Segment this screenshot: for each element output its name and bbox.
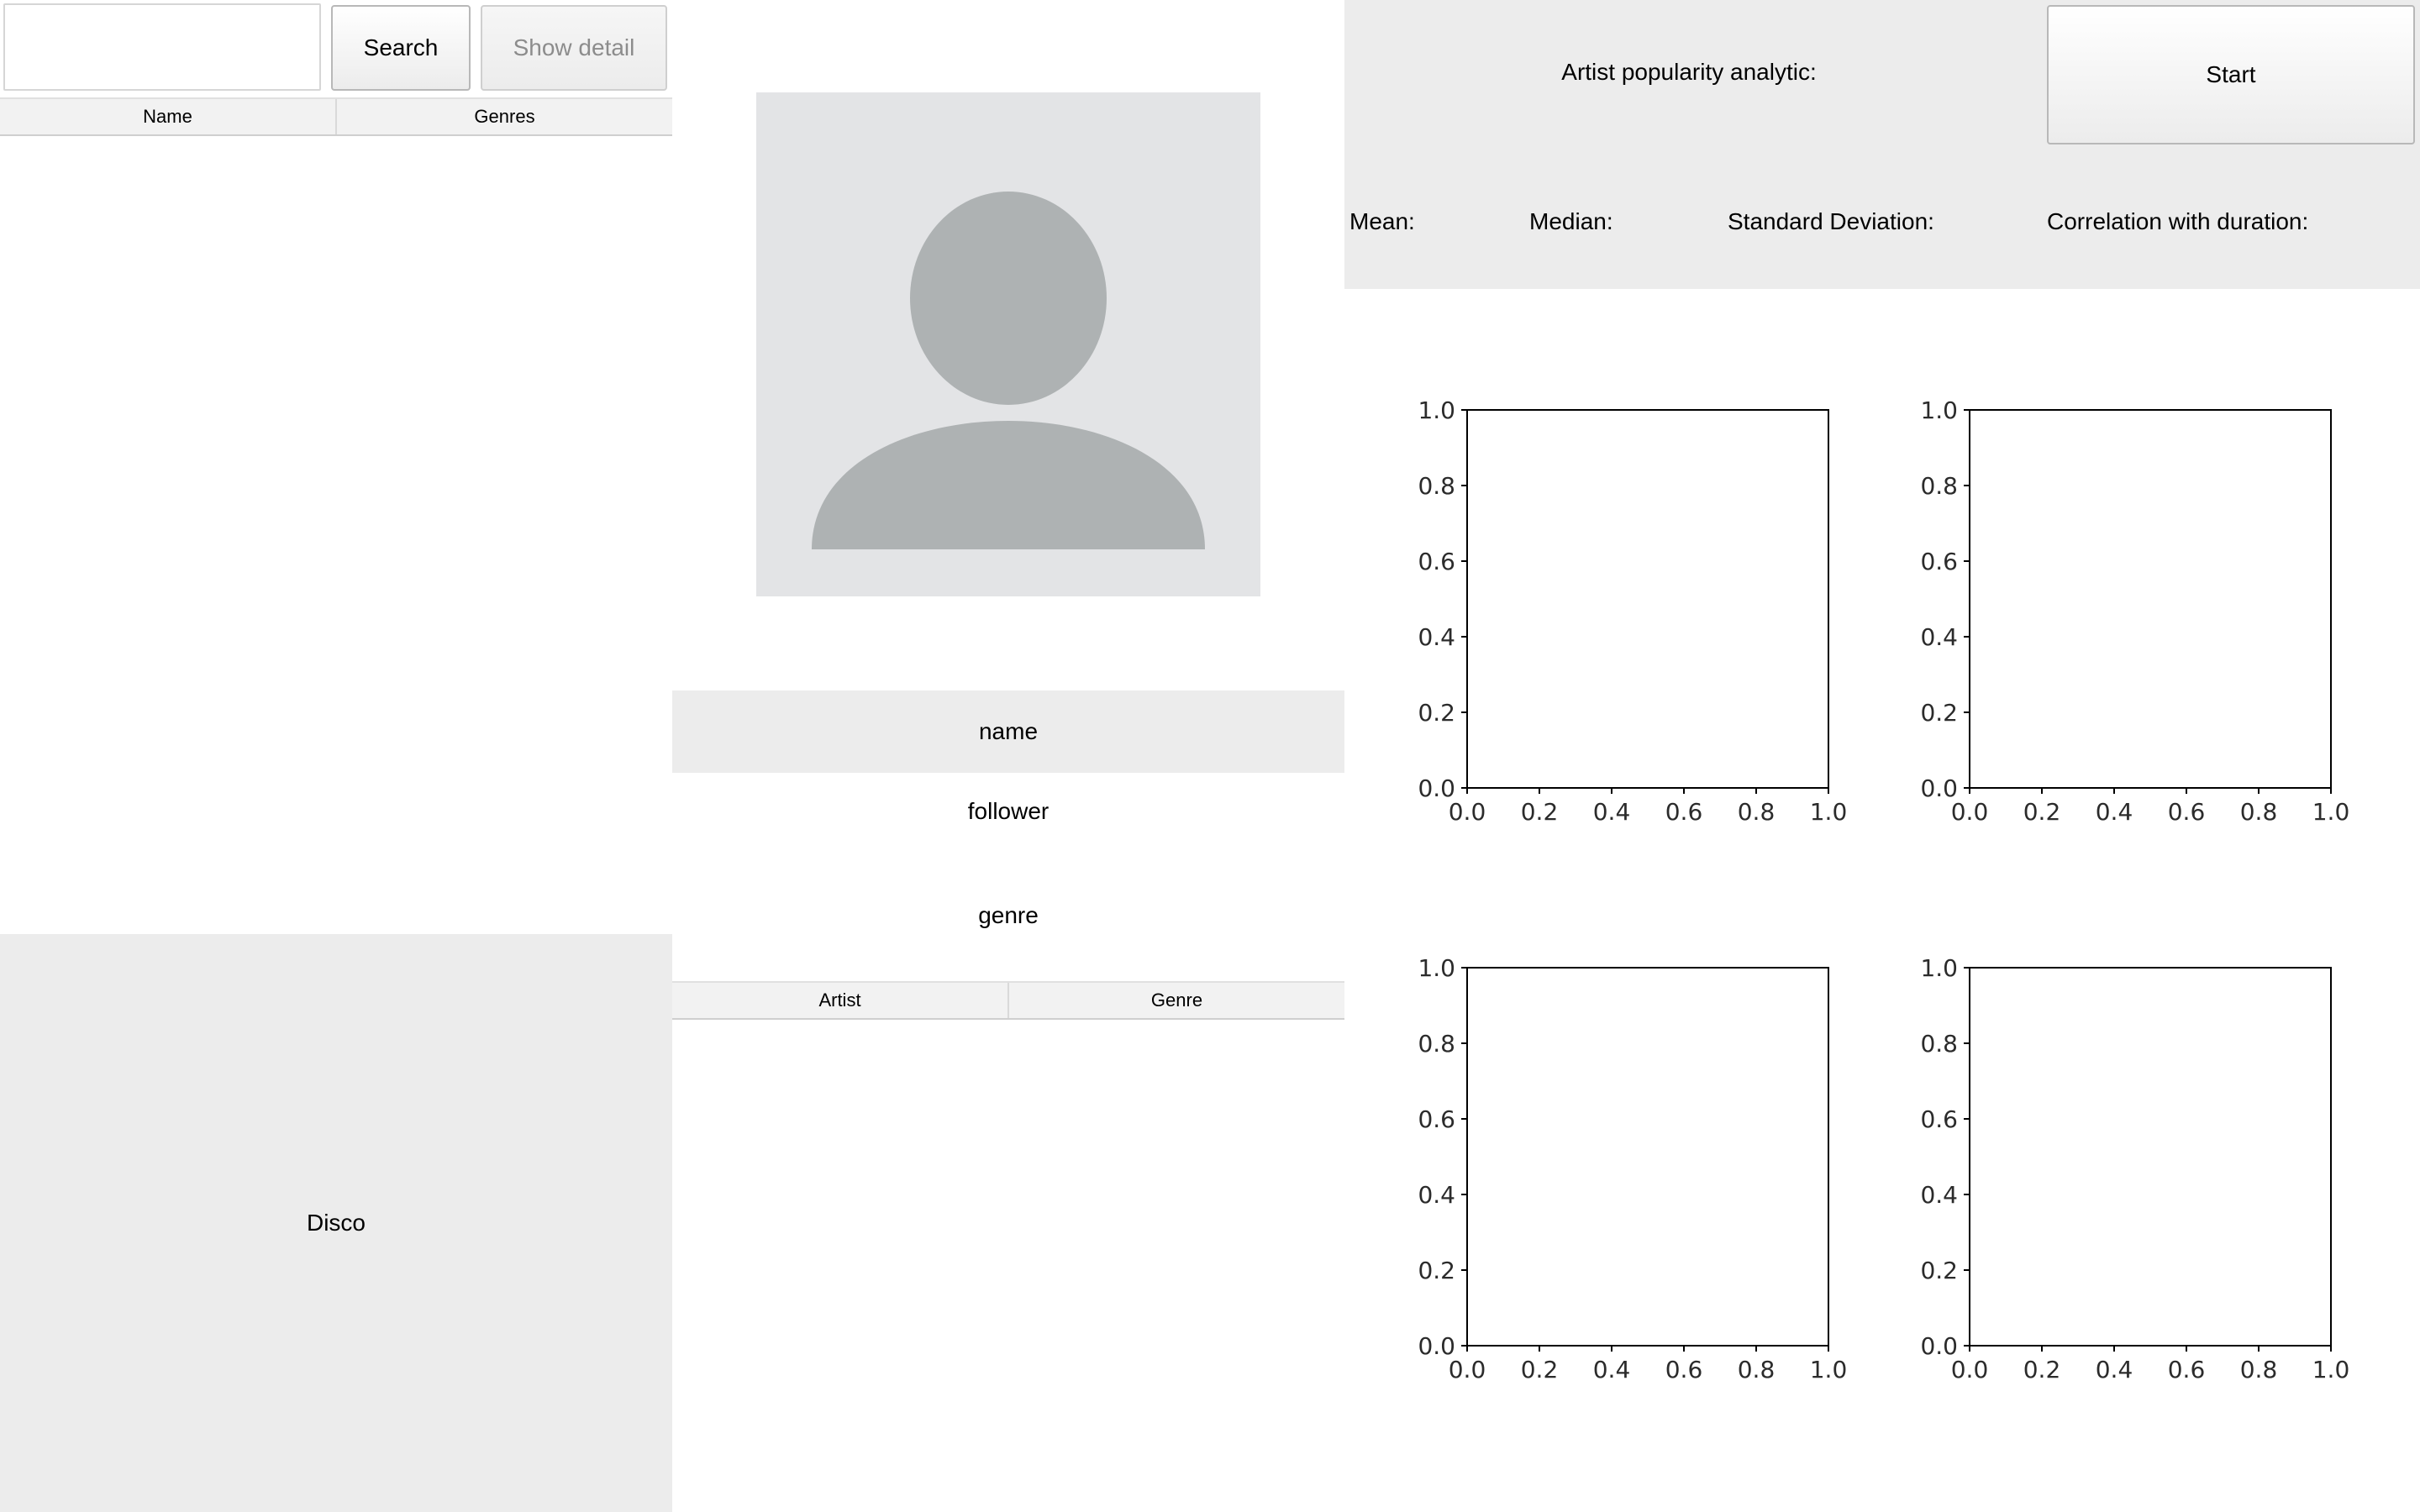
artist-table-header: Name Genres — [0, 97, 672, 136]
y-tick-label: 0.6 — [1920, 548, 1958, 575]
y-tick-label: 0.6 — [1418, 548, 1455, 575]
chart-plot-frame — [1466, 409, 1829, 789]
x-tick-label: 0.8 — [1738, 798, 1776, 826]
artist-name-bar: name — [672, 690, 1344, 773]
x-tick-label: 1.0 — [1810, 798, 1848, 826]
y-tick-label: 1.0 — [1418, 396, 1455, 424]
y-tick-label: 0.6 — [1418, 1105, 1455, 1133]
analytics-title: Artist popularity analytic: — [1561, 59, 1817, 85]
y-tick-label: 0.8 — [1920, 1030, 1958, 1058]
y-tick-label: 0.2 — [1418, 1257, 1455, 1284]
x-tick-label: 0.6 — [1665, 1356, 1703, 1383]
x-tick-label: 0.4 — [2096, 798, 2133, 826]
chart-plot-frame — [1466, 967, 1829, 1347]
user-silhouette-icon — [812, 192, 1205, 549]
x-tick-label: 1.0 — [2312, 1356, 2350, 1383]
chart-2: 0.0 0.2 0.4 0.6 0.8 1.00.00.20.40.60.81.0 — [1920, 396, 2349, 826]
artist-name-label: name — [978, 718, 1039, 744]
x-tick-label: 1.0 — [1810, 1356, 1848, 1383]
y-tick-label: 0.2 — [1920, 1257, 1958, 1284]
genre-panel: Disco — [0, 934, 672, 1512]
charts-area: 0.0 0.2 0.4 0.6 0.8 1.0 0.0 0.2 0.4 0.6 0.8 1.0 0.0 0… — [1418, 396, 2349, 1383]
column-header-genre[interactable]: Genre — [1009, 983, 1344, 1018]
y-tick-label: 0.8 — [1418, 472, 1455, 500]
chart-3: 0.0 0.2 0.4 0.6 0.8 1.00.00.20.40.60.81.0 — [1418, 954, 1847, 1383]
y-tick-label: 0.6 — [1920, 1105, 1958, 1133]
x-tick-label: 0.8 — [2240, 1356, 2278, 1383]
artist-genre-table-header: Artist Genre — [672, 981, 1344, 1020]
avatar — [756, 92, 1260, 596]
y-tick-label: 1.0 — [1920, 396, 1958, 424]
start-button[interactable]: Start — [2047, 5, 2415, 144]
y-tick-label: 0.4 — [1920, 623, 1958, 651]
show-detail-button[interactable]: Show detail — [481, 5, 667, 91]
y-tick-label: 0.0 — [1418, 774, 1455, 802]
chart-plot-frame — [1969, 409, 2332, 789]
column-header-artist[interactable]: Artist — [672, 983, 1009, 1018]
x-tick-label: 0.6 — [2168, 1356, 2206, 1383]
y-tick-label: 0.0 — [1920, 774, 1958, 802]
y-tick-label: 0.8 — [1920, 472, 1958, 500]
x-tick-label: 0.4 — [2096, 1356, 2133, 1383]
stat-median-label: Median: — [1529, 208, 1613, 234]
stat-std-label: Standard Deviation: — [1728, 208, 1934, 234]
column-header-genres[interactable]: Genres — [337, 99, 672, 134]
y-tick-label: 1.0 — [1418, 954, 1455, 982]
x-tick-label: 0.6 — [2168, 798, 2206, 826]
y-tick-label: 0.4 — [1418, 623, 1455, 651]
y-tick-label: 0.2 — [1920, 699, 1958, 727]
y-tick-label: 0.4 — [1920, 1181, 1958, 1209]
x-tick-label: 0.8 — [1738, 1356, 1776, 1383]
artist-follower-label: follower — [967, 798, 1050, 824]
y-tick-label: 0.0 — [1920, 1332, 1958, 1360]
y-tick-label: 1.0 — [1920, 954, 1958, 982]
search-button[interactable]: Search — [331, 5, 471, 91]
x-tick-label: 1.0 — [2312, 798, 2350, 826]
search-input[interactable] — [3, 3, 321, 91]
x-tick-label: 0.4 — [1593, 798, 1631, 826]
chart-1: 0.0 0.2 0.4 0.6 0.8 1.00.00.20.40.60.81.0 — [1418, 396, 1847, 826]
stat-correlation-label: Correlation with duration: — [2047, 208, 2309, 234]
x-tick-label: 0.2 — [1521, 1356, 1559, 1383]
x-tick-label: 0.2 — [1521, 798, 1559, 826]
stat-mean-label: Mean: — [1349, 208, 1415, 234]
column-header-name[interactable]: Name — [0, 99, 337, 134]
x-tick-label: 0.4 — [1593, 1356, 1631, 1383]
x-tick-label: 0.2 — [2023, 798, 2061, 826]
x-tick-label: 0.2 — [2023, 1356, 2061, 1383]
x-tick-label: 0.8 — [2240, 798, 2278, 826]
artist-genre-label: genre — [978, 902, 1039, 928]
chart-plot-frame — [1969, 967, 2332, 1347]
genre-panel-label: Disco — [306, 1210, 366, 1236]
y-tick-label: 0.0 — [1418, 1332, 1455, 1360]
x-tick-label: 0.6 — [1665, 798, 1703, 826]
chart-4: 0.0 0.2 0.4 0.6 0.8 1.00.00.20.40.60.81.0 — [1920, 954, 2349, 1383]
y-tick-label: 0.4 — [1418, 1181, 1455, 1209]
y-tick-label: 0.8 — [1418, 1030, 1455, 1058]
y-tick-label: 0.2 — [1418, 699, 1455, 727]
